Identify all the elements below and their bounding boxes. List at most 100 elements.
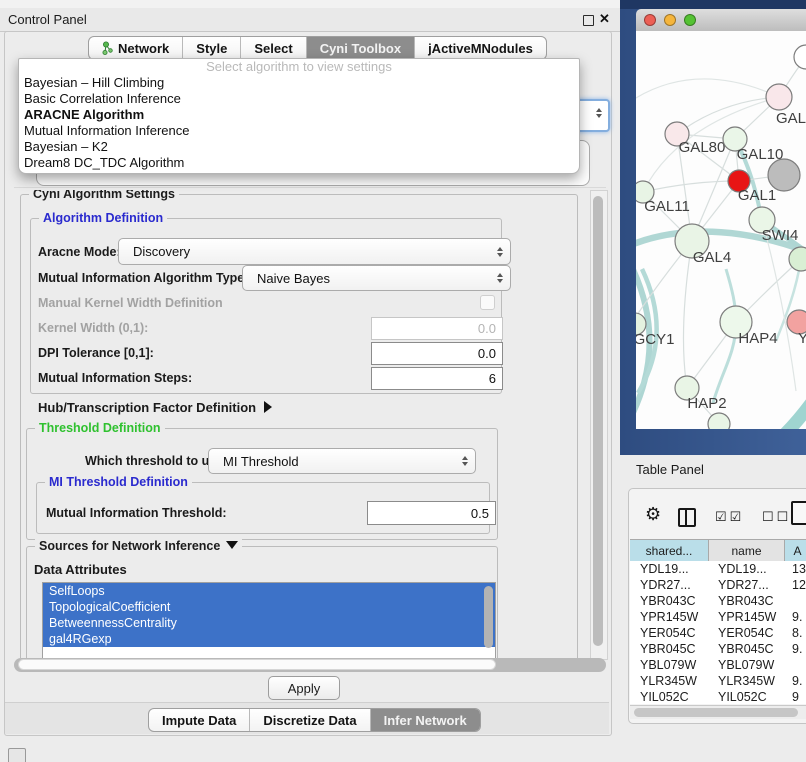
tab-infer-network[interactable]: Infer Network [371, 709, 480, 731]
table-row[interactable]: YDR27...YDR27...12 [630, 577, 806, 593]
attribute-item[interactable]: gal4RGexp [43, 631, 495, 647]
dropdown-item[interactable]: ARACNE Algorithm [19, 107, 579, 123]
dock-panel-icon[interactable] [8, 748, 26, 762]
checked-boxes-icon[interactable]: ☑☑ [715, 509, 744, 525]
table-cell: 9. [792, 609, 802, 625]
columns-icon[interactable] [678, 508, 696, 527]
dropdown-item[interactable]: Bayesian – Hill Climbing [19, 75, 579, 91]
attribute-item[interactable]: SelfLoops [43, 583, 495, 599]
table-row[interactable]: YDL19...YDL19...13 [630, 561, 806, 577]
which-threshold-label: Which threshold to use: [85, 454, 227, 468]
attribute-item[interactable]: BetweennessCentrality [43, 615, 495, 631]
mi-type-combobox[interactable]: Naive Bayes [242, 265, 511, 291]
close-button-mac[interactable] [644, 14, 656, 26]
table-cell: YBR043C [640, 593, 696, 609]
table-row[interactable]: YIL052CYIL052C9 [630, 689, 806, 704]
apply-button[interactable]: Apply [268, 676, 340, 700]
table-row[interactable]: YLR345WYLR345W9. [630, 673, 806, 689]
table-cell: YBL079W [718, 657, 774, 673]
tab-select[interactable]: Select [241, 37, 306, 59]
network-node[interactable] [768, 159, 800, 191]
table-panel: ⚙ ☑☑ ☐☐ shared... name A YDL19...YDL19..… [628, 488, 806, 724]
table-cell: 9. [792, 641, 802, 657]
tab-cyni-toolbox[interactable]: Cyni Toolbox [307, 37, 415, 59]
mi-steps-field[interactable]: 6 [371, 367, 503, 390]
tab-network-label: Network [118, 41, 169, 56]
network-node[interactable] [766, 84, 792, 110]
cyni-bottom-tabs: Impute Data Discretize Data Infer Networ… [148, 708, 481, 732]
network-graph: GALGAL80GAL10GAL1GAL11SWI4GAL4GCY1HAP4YH… [636, 31, 806, 429]
dpi-tolerance-label: DPI Tolerance [0,1]: [38, 346, 154, 360]
unchecked-boxes-icon[interactable]: ☐☐ [762, 509, 791, 525]
column-header-name[interactable]: name [709, 540, 785, 561]
sources-title-toggle[interactable]: Sources for Network Inference [35, 539, 242, 553]
table-row[interactable]: YBR045CYBR045C9. [630, 641, 806, 657]
list-scrollbar-thumb[interactable] [484, 586, 493, 648]
kernel-width-label: Kernel Width (0,1): [38, 321, 148, 335]
mi-threshold-field[interactable]: 0.5 [367, 501, 496, 525]
data-attributes-list[interactable]: SelfLoopsTopologicalCoefficientBetweenne… [42, 582, 496, 658]
settings-vscroll-thumb[interactable] [593, 196, 603, 646]
aracne-mode-combobox[interactable]: Discovery [118, 238, 511, 265]
table-cell: YPR145W [640, 609, 698, 625]
attribute-item[interactable]: TopologicalCoefficient [43, 599, 495, 615]
column-header-shared[interactable]: shared... [630, 540, 709, 561]
manual-kernel-checkbox[interactable] [480, 295, 495, 310]
mi-steps-label: Mutual Information Steps: [38, 371, 192, 385]
table-cell: YDR27... [718, 577, 769, 593]
table-row[interactable]: YBL079W YBL079W [630, 657, 806, 673]
zoom-button-mac[interactable] [684, 14, 696, 26]
network-node-label: SWI4 [762, 227, 799, 244]
network-canvas[interactable]: GALGAL80GAL10GAL1GAL11SWI4GAL4GCY1HAP4YH… [636, 31, 806, 429]
table-hscrollbar[interactable] [630, 705, 806, 719]
tab-style[interactable]: Style [183, 37, 241, 59]
settings-hscrollbar[interactable] [14, 658, 606, 672]
chevron-updown-icon [462, 456, 468, 466]
float-icon[interactable] [583, 15, 594, 26]
manual-kernel-label: Manual Kernel Width Definition [38, 296, 223, 310]
table-row[interactable]: YER054CYER054C8. [630, 625, 806, 641]
tab-jactivemnodules[interactable]: jActiveMNodules [415, 37, 546, 59]
table-cell: YLR345W [718, 673, 775, 689]
network-window-titlebar[interactable] [636, 9, 806, 32]
table-cell: YIL052C [640, 689, 689, 704]
minimize-button-mac[interactable] [664, 14, 676, 26]
settings-hscroll-thumb[interactable] [18, 659, 496, 670]
table-panel-title: Table Panel [636, 462, 704, 477]
which-threshold-combobox[interactable]: MI Threshold [208, 448, 476, 474]
table-cell: YER054C [718, 625, 774, 641]
chevron-updown-icon [497, 247, 503, 257]
network-node-label: GAL11 [644, 198, 690, 215]
table-cell: YBL079W [640, 657, 696, 673]
gear-icon[interactable]: ⚙ [645, 504, 661, 525]
dropdown-item[interactable]: Mutual Information Inference [19, 123, 579, 139]
tab-impute-data[interactable]: Impute Data [149, 709, 250, 731]
dpi-tolerance-field[interactable]: 0.0 [371, 342, 503, 365]
dropdown-placeholder: Select algorithm to view settings [19, 59, 579, 75]
table-hscroll-thumb[interactable] [634, 708, 798, 717]
mi-threshold-title: MI Threshold Definition [45, 475, 192, 489]
close-icon[interactable]: ✕ [599, 11, 610, 27]
tab-discretize-data[interactable]: Discretize Data [250, 709, 370, 731]
table-row[interactable]: YPR145WYPR145W9. [630, 609, 806, 625]
hub-section-toggle[interactable]: Hub/Transcription Factor Definition [38, 400, 272, 415]
dropdown-item[interactable]: Dream8 DC_TDC Algorithm [19, 155, 579, 171]
table-cell: YBR045C [640, 641, 696, 657]
kernel-width-field[interactable]: 0.0 [371, 317, 503, 340]
settings-vscrollbar[interactable] [590, 190, 608, 660]
tab-network[interactable]: Network [89, 37, 183, 59]
table-cell: YDL19... [640, 561, 689, 577]
network-node-label: GAL80 [679, 139, 726, 156]
control-panel-titlebar: Control Panel [0, 8, 620, 32]
document-icon[interactable] [791, 501, 806, 525]
window-frame-top [620, 0, 806, 9]
dropdown-item[interactable]: Bayesian – K2 [19, 139, 579, 155]
table-header: shared... name A [630, 539, 806, 562]
dropdown-item[interactable]: Basic Correlation Inference [19, 91, 579, 107]
table-row[interactable]: YBR043CYBR043C [630, 593, 806, 609]
column-header-partial[interactable]: A [785, 540, 806, 561]
network-node[interactable] [708, 413, 730, 429]
network-node[interactable] [794, 45, 806, 69]
table-cell: YDR27... [640, 577, 691, 593]
aracne-mode-label: Aracne Mode: [38, 245, 121, 259]
